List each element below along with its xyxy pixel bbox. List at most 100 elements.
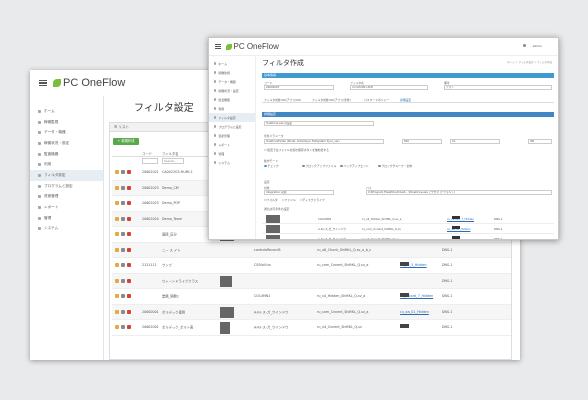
copy-icon[interactable] [121,232,125,237]
type-check[interactable]: ☐フォルダ [264,198,278,202]
sidebar-item[interactable]: ホーム [209,59,255,68]
sidebar-item[interactable]: データ・機器 [209,77,255,86]
edit-icon[interactable] [115,216,119,221]
copy-icon[interactable] [121,309,125,314]
sidebar-item[interactable]: 監査機器 [30,149,103,160]
search-input[interactable]: Search... [162,158,184,164]
sidebar-item[interactable]: レポート [30,202,103,213]
sidebar-item[interactable]: 管理 [30,213,103,224]
delete-icon[interactable] [127,278,131,283]
name-field[interactable]: cmd-PC001-SUE [350,85,428,90]
delete-icon[interactable] [127,309,131,314]
menu-icon[interactable] [215,43,221,50]
table-row[interactable]: ウィーンドライブクラス DNS-1 [112,273,511,289]
sidebar-item[interactable]: 稼働状況・設定 [30,138,103,149]
sub-select[interactable]: OneDriveFolder (Mode: ActiveSync FileSys… [264,139,384,144]
sidebar-item[interactable]: 稼働監視 [209,68,255,77]
sidebar-item[interactable]: レポート [209,140,255,149]
copy-icon[interactable] [121,263,125,268]
sidebar-item[interactable]: 稼働状況・設定 [209,86,255,95]
edit-icon[interactable] [115,170,119,175]
delete-icon[interactable] [127,325,131,330]
user-icon[interactable] [523,43,526,47]
row-code: 20602023 [142,185,159,190]
edit-icon[interactable] [115,201,119,206]
target-input[interactable]: OneDrive.exe の設定 [264,121,374,126]
sidebar-item[interactable]: プログラムと設定 [30,181,103,192]
item-select[interactable]: Integration 初期 [264,190,334,195]
edit-icon[interactable] [115,278,119,283]
sidebar-item[interactable]: システム [30,224,103,235]
edit-icon[interactable] [115,309,119,314]
path-select[interactable]: C:¥Program Files¥OneDrive¥... ¥OneDrive.… [366,190,552,195]
delete-icon[interactable] [127,263,131,268]
user-name[interactable]: admin [533,44,542,48]
tab-detail[interactable]: 詳細設定 [400,98,411,102]
copy-icon[interactable] [121,201,125,206]
add-button[interactable]: + 新規作成 [113,138,139,145]
delete-icon[interactable] [127,201,131,206]
code-filter-input[interactable] [142,158,158,164]
edit-icon[interactable] [115,232,119,237]
type-check[interactable]: ☐ディスクドライブ [300,198,325,202]
type-check[interactable]: ☐ファイル [282,198,296,202]
sidebar-item[interactable]: フィルタ設定 [30,170,103,181]
copy-icon[interactable] [121,216,125,221]
table-row[interactable]: 2121111 サンプ CSSfoll.ho ru_com_Cnnent_ShiftK… [112,258,511,274]
copy-icon[interactable] [121,170,125,175]
sidebar-item[interactable]: データ・機器 [30,127,103,138]
table-row[interactable]: 20602001 ボルデック_ボルト表 A-K-I-ス-ガ_ウインドウ ru_x4_C… [112,320,511,336]
edit-icon[interactable] [115,185,119,190]
delete-icon[interactable] [127,247,131,252]
edit-icon[interactable] [115,263,119,268]
sidebar-item[interactable]: システム [209,158,255,167]
copy-icon[interactable] [121,325,125,330]
tab-target-os[interactable]: フィルタ対象(OS/アプリ/OS) [264,98,301,102]
mode-radio[interactable]: チェック [264,164,279,168]
menu-icon[interactable] [39,79,47,87]
sidebar-item[interactable]: プログラムと設定 [209,122,255,131]
tab-target-condition[interactable]: フィルタ対象(OS/アプリ/条件) [312,98,351,102]
edit-icon[interactable] [115,247,119,252]
tab-password[interactable]: パスワードポリシー [364,98,389,102]
row-name: Demo_CM [162,185,179,190]
code-field[interactable]: 20602023 [264,85,334,90]
sub-input[interactable]: 500 [402,139,442,144]
sidebar-item[interactable]: 利用 [30,159,103,170]
delete-icon[interactable] [127,294,131,299]
note-field[interactable]: テスト [444,85,552,90]
edit-icon[interactable] [115,325,119,330]
sidebar-item[interactable]: 利用 [209,104,255,113]
delete-icon[interactable] [127,232,131,237]
sub-select-2[interactable]: ON [528,139,552,144]
menu-dot-icon [214,116,217,119]
delete-icon[interactable] [127,170,131,175]
sub-input-2[interactable]: 10 [450,139,500,144]
delete-icon[interactable] [127,216,131,221]
row-cell-link[interactable]: cu_aa_01_Hidden [400,310,429,314]
delete-icon[interactable] [127,185,131,190]
copy-icon[interactable] [121,294,125,299]
mode-radio[interactable]: ブロックグループ・全体 [378,164,412,168]
copy-icon[interactable] [121,185,125,190]
sidebar-item[interactable]: 資産管理 [30,192,103,203]
mode-radio[interactable]: バックアップエンド [340,164,369,168]
sidebar-item[interactable]: ホーム [30,106,103,117]
sidebar-item[interactable]: 管理 [209,149,255,158]
copy-icon[interactable] [121,247,125,252]
sidebar-item-label: 資産管理 [218,133,230,138]
table-row[interactable]: ニー ス イト controlsRecord5 ru_x6_Chunk_ShiftK… [112,242,511,258]
sidebar-item[interactable]: 監査機器 [209,95,255,104]
sidebar-item[interactable]: 資産管理 [209,131,255,140]
sidebar-item[interactable]: 稼働監視 [30,117,103,128]
table-row[interactable]: 業務_開発1 COLUMN1 ru_x4_Hidden_ShiftKL_Q.sv_a… [112,289,511,305]
result-row[interactable]: A-K-I-ス-ガ_ウインドウ ru_x4_Cnnent_ShiftKL_Q.sv… [262,234,554,239]
mode-radio[interactable]: ブロックアップファイル [302,164,336,168]
result-row[interactable]: COLUMN1 ru_x4_Hidden_ShiftKL_Q.sv_a cu_rec… [262,214,554,224]
sidebar-item[interactable]: フィルタ設定 [209,113,255,122]
option-checkbox[interactable]: ☐ 既定ではファイルを開き保存ボタンを無効化する [264,148,329,152]
result-row[interactable]: A-K-I-ス-ガ_ウインドウ ru_com_Cnnent_ShiftKL_Q.s… [262,224,554,234]
copy-icon[interactable] [121,278,125,283]
edit-icon[interactable] [115,294,119,299]
table-row[interactable]: 20600001 ボルデック運用 A-K-I-ス-ガ_ウインドウ ru_com_Cnn… [112,304,511,320]
